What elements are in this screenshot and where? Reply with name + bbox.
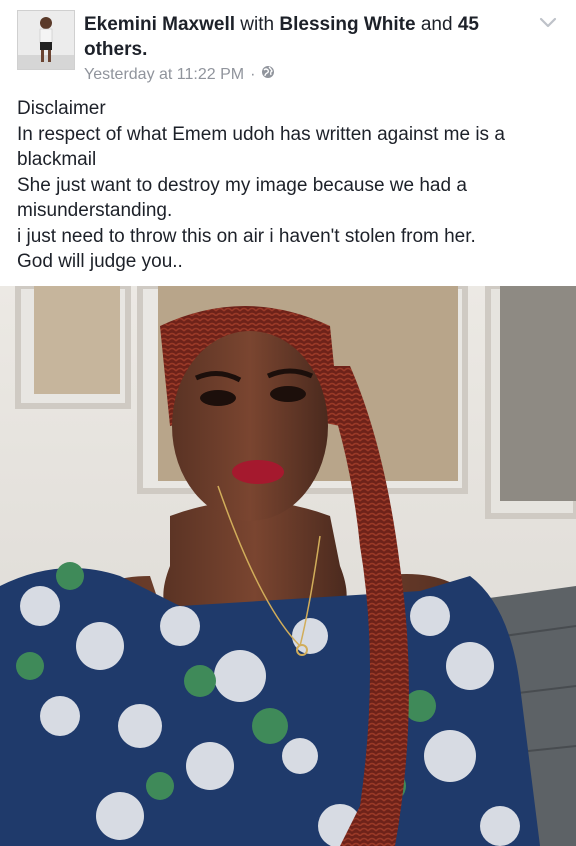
and-label: and [420,14,453,35]
post-text-line: She just want to destroy my image becaus… [17,174,467,196]
post-timestamp[interactable]: Yesterday at 11:22 PM [84,66,244,84]
with-label: with [240,14,275,35]
post-header: Ekemini Maxwell with Blessing White and … [0,0,576,92]
meta-separator: · [250,65,256,83]
post-text-line: blackmail [17,149,97,170]
chevron-down-icon[interactable] [538,16,558,30]
post-body-text: Disclaimer In respect of what Emem udoh … [17,96,562,275]
post-photo[interactable] [0,286,576,846]
post-text-line: Disclaimer [17,98,106,119]
author-name-link[interactable]: Ekemini Maxwell [84,14,235,35]
post-text-line: God will judge you.. [17,251,183,272]
post-meta: Yesterday at 11:22 PM · [84,65,275,84]
tagged-person-link[interactable]: Blessing White [279,14,415,35]
post-author-line: Ekemini Maxwell with Blessing White and … [84,12,524,62]
post-text-line: misunderstanding. [17,200,173,221]
post-text-line: In respect of what Emem udoh has written… [17,123,505,145]
author-avatar[interactable] [17,10,75,70]
post-text-line: i just need to throw this on air i haven… [17,225,476,247]
globe-icon[interactable] [261,65,275,84]
